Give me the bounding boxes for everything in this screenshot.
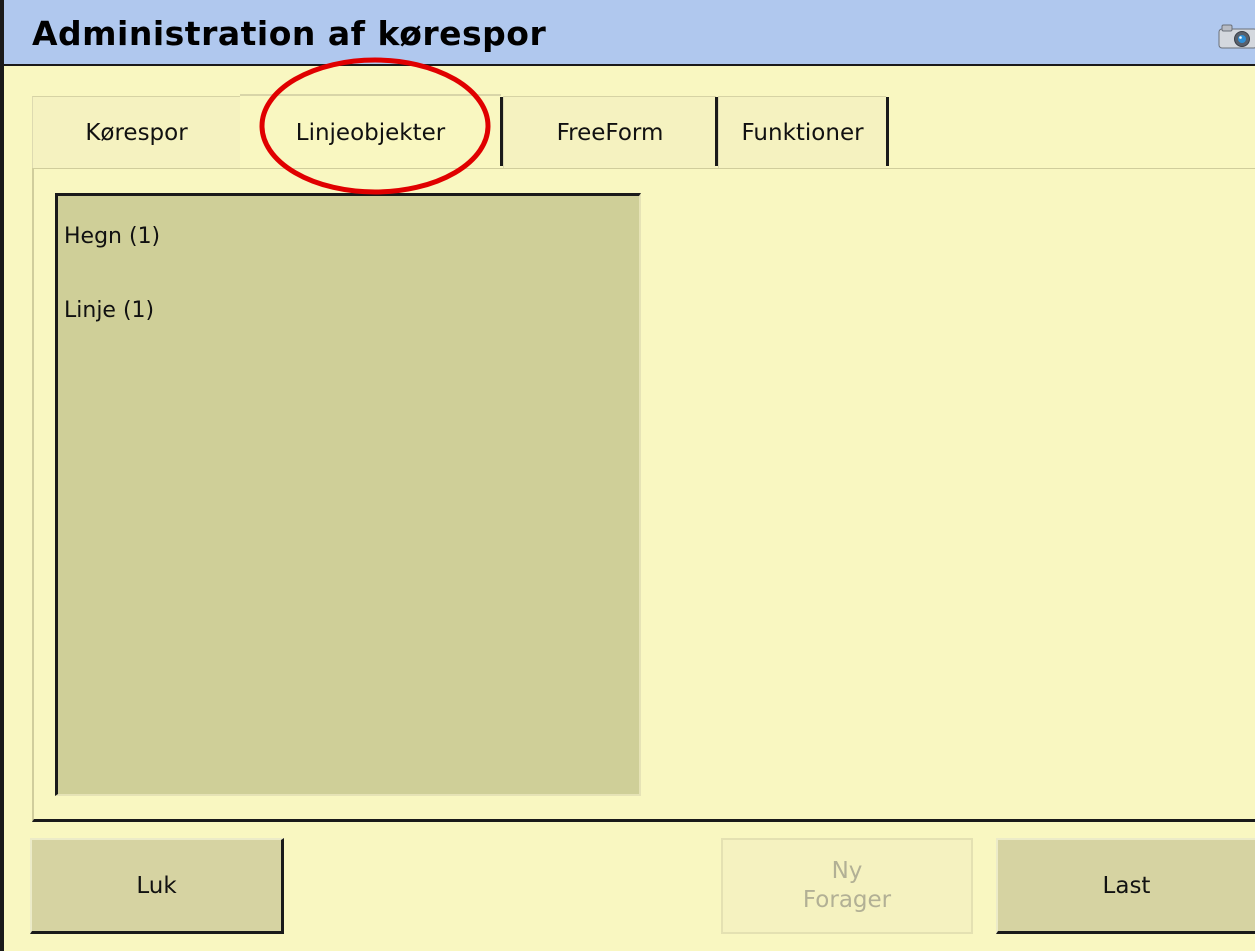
tab-korespor[interactable]: Kørespor xyxy=(32,96,240,168)
tab-freeform-label: FreeForm xyxy=(556,119,664,146)
list-item-label: Hegn (1) xyxy=(64,224,161,249)
window-left-border xyxy=(0,66,4,951)
tab-divider xyxy=(886,97,889,166)
close-button-label: Luk xyxy=(136,872,177,899)
window-title: Administration af kørespor xyxy=(32,14,547,53)
list-item[interactable]: Hegn (1) xyxy=(64,224,160,249)
camera-icon[interactable] xyxy=(1216,24,1255,50)
tab-freeform[interactable]: FreeForm xyxy=(503,96,716,168)
load-button[interactable]: Last xyxy=(996,838,1255,934)
line-objects-list[interactable]: Hegn (1) Linje (1) xyxy=(55,193,641,796)
load-button-label: Last xyxy=(1102,872,1151,899)
new-forager-label-line2: Forager xyxy=(802,887,892,913)
new-forager-label-line1: Ny xyxy=(831,858,863,884)
tab-korespor-label: Kørespor xyxy=(85,119,188,146)
title-bar: Administration af kørespor xyxy=(0,0,1255,66)
tab-funktioner[interactable]: Funktioner xyxy=(718,96,886,168)
list-item[interactable]: Linje (1) xyxy=(64,298,154,323)
close-button[interactable]: Luk xyxy=(30,838,284,934)
new-forager-button[interactable]: Ny Forager xyxy=(721,838,973,934)
tab-funktioner-label: Funktioner xyxy=(741,119,864,146)
tab-linjeobjekter-label: Linjeobjekter xyxy=(295,120,446,146)
list-item-label: Linje (1) xyxy=(64,298,155,323)
tab-linjeobjekter[interactable]: Linjeobjekter xyxy=(240,94,501,168)
